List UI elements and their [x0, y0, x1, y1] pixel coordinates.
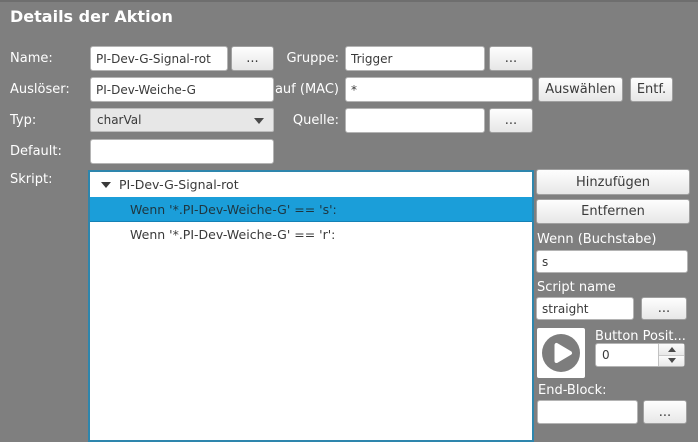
spin-down-button[interactable]	[659, 355, 684, 367]
play-icon	[541, 333, 581, 373]
spin-up-button[interactable]	[659, 344, 684, 355]
default-label: Default:	[10, 144, 62, 159]
hinzufuegen-button[interactable]: Hinzufügen	[536, 169, 690, 195]
script-name-label: Script name	[537, 280, 616, 295]
end-block-input[interactable]	[537, 400, 638, 424]
end-block-label: End-Block:	[538, 383, 606, 398]
skript-label: Skript:	[10, 172, 52, 187]
quelle-input[interactable]	[345, 108, 485, 133]
ausloeser-label: Auslöser:	[10, 82, 70, 97]
end-block-browse-button[interactable]: ...	[643, 400, 687, 424]
quelle-label: Quelle:	[268, 113, 339, 128]
gruppe-browse-button[interactable]: ...	[489, 46, 533, 71]
tree-row-wenn-r-label: Wenn '*.PI-Dev-Weiche-G' == 'r':	[130, 222, 335, 247]
window-top-edge	[0, 0, 698, 2]
typ-dropdown[interactable]: charVal	[90, 108, 274, 132]
script-name-browse-button[interactable]: ...	[641, 297, 687, 320]
auf-mac-input[interactable]	[345, 77, 533, 102]
script-name-input[interactable]	[536, 297, 634, 320]
stepper-buttons	[658, 344, 684, 366]
tree-root-row[interactable]: PI-Dev-G-Signal-rot	[90, 172, 532, 197]
wenn-buchstabe-input[interactable]	[536, 250, 688, 273]
name-label: Name:	[10, 51, 53, 66]
entfernen-button[interactable]: Entfernen	[536, 199, 690, 224]
script-tree[interactable]: PI-Dev-G-Signal-rot Wenn '*.PI-Dev-Weich…	[88, 170, 534, 442]
gruppe-label: Gruppe:	[268, 51, 339, 66]
wenn-buchstabe-label: Wenn (Buchstabe)	[537, 232, 656, 247]
arrow-up-icon	[668, 347, 676, 352]
tree-row-wenn-s-label: Wenn '*.PI-Dev-Weiche-G' == 's':	[130, 197, 337, 222]
button-position-stepper[interactable]: 0	[595, 343, 685, 367]
typ-label: Typ:	[10, 113, 36, 128]
ausloeser-input[interactable]	[90, 77, 274, 102]
dialog-title: Details der Aktion	[10, 7, 173, 26]
auswaehlen-button[interactable]: Auswählen	[538, 77, 623, 102]
gruppe-input[interactable]	[345, 46, 485, 71]
chevron-down-icon	[254, 118, 264, 124]
quelle-browse-button[interactable]: ...	[489, 108, 533, 133]
typ-dropdown-value: charVal	[97, 113, 141, 127]
tree-row-wenn-r[interactable]: Wenn '*.PI-Dev-Weiche-G' == 'r':	[90, 222, 532, 247]
tree-expander-icon[interactable]	[101, 182, 111, 188]
button-position-value: 0	[602, 344, 610, 366]
tree-root-label: PI-Dev-G-Signal-rot	[119, 172, 239, 197]
button-position-label: Button Posit...	[595, 329, 686, 344]
entf-button[interactable]: Entf.	[630, 77, 673, 102]
arrow-down-icon	[668, 358, 676, 363]
play-button[interactable]	[537, 328, 585, 378]
tree-row-wenn-s[interactable]: Wenn '*.PI-Dev-Weiche-G' == 's':	[90, 197, 532, 222]
default-input[interactable]	[90, 139, 274, 164]
auf-mac-label: auf (MAC)	[268, 82, 339, 97]
name-input[interactable]	[90, 46, 228, 71]
